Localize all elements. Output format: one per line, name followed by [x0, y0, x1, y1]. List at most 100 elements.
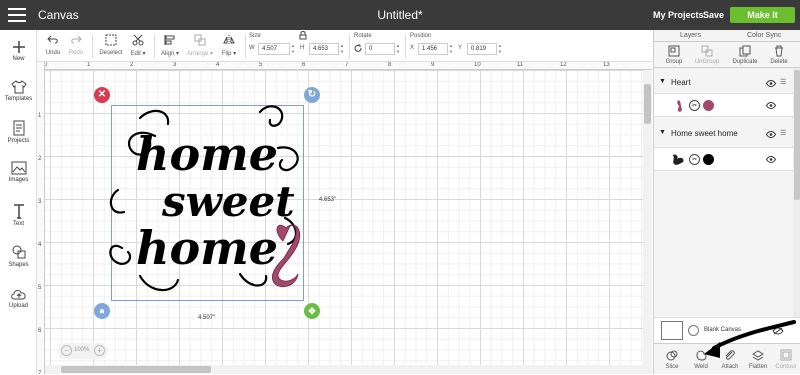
design-line-sweet: sweet: [161, 177, 295, 226]
edit-dropdown[interactable]: Edit ▾: [127, 30, 149, 62]
eye-icon[interactable]: [766, 102, 776, 109]
slice-button[interactable]: Slice: [658, 344, 686, 375]
attach-label: Attach: [721, 364, 739, 370]
shapes-icon: [12, 245, 25, 259]
cut-operation-icon[interactable]: ✂: [689, 100, 700, 111]
horizontal-scrollbar[interactable]: [45, 365, 643, 374]
zoom-in-button[interactable]: +: [94, 345, 105, 356]
ruler-top-number: 3: [173, 62, 177, 68]
scroll-thumb[interactable]: [644, 84, 651, 124]
group-button[interactable]: Group: [659, 42, 689, 68]
sidebar-item-images[interactable]: Images: [0, 161, 37, 183]
sidebar-label: New: [12, 56, 25, 62]
layer-heart[interactable]: ✂: [654, 93, 793, 117]
cut-operation-icon[interactable]: ✂: [689, 154, 700, 165]
undo-label: Undo: [45, 50, 61, 56]
height-stepper[interactable]: ▲ ▼: [339, 43, 345, 55]
x-position-input[interactable]: 1.456: [418, 43, 448, 55]
redo-label: Redo: [68, 50, 84, 56]
layer-actions: Group UnGroup Duplicate Delete: [654, 42, 800, 68]
scale-handle[interactable]: ✥: [304, 303, 320, 319]
delete-handle[interactable]: ✕: [94, 87, 110, 103]
sidebar-item-shapes[interactable]: Shapes: [0, 244, 37, 268]
width-stepper[interactable]: ▲ ▼: [290, 43, 296, 55]
home-sweet-home-design[interactable]: home sweet home: [100, 98, 315, 308]
redo-icon: [71, 35, 82, 44]
eye-icon[interactable]: [766, 131, 776, 138]
weld-label: Weld: [694, 364, 708, 370]
position-label: Position: [410, 33, 432, 39]
ruler-top-number: 11: [517, 62, 524, 68]
eye-icon[interactable]: [766, 80, 776, 87]
rotate-input[interactable]: 0: [365, 43, 395, 55]
group-label: Group: [665, 59, 683, 65]
plus-icon: [12, 41, 25, 53]
scroll-thumb[interactable]: [61, 366, 211, 373]
lock-handle[interactable]: 🔒︎: [94, 303, 110, 319]
collapse-icon[interactable]: ▼: [659, 129, 666, 136]
size-label: Size: [249, 33, 261, 39]
sidebar-item-new[interactable]: New: [0, 40, 37, 62]
canvas-thumbnail: [661, 321, 683, 340]
zoom-out-button[interactable]: −: [61, 345, 72, 356]
align-dropdown[interactable]: Align ▾: [157, 30, 183, 62]
tab-color-sync[interactable]: Color Sync: [747, 32, 781, 39]
arrange-dropdown[interactable]: Arrange ▾: [183, 30, 217, 62]
flip-label: Flip ▾: [221, 51, 237, 57]
text-icon: [13, 204, 24, 219]
layer-color-swatch[interactable]: [703, 100, 714, 111]
rotate-label: Rotate: [354, 33, 372, 39]
divider: [245, 34, 246, 58]
layer-color-swatch[interactable]: [703, 154, 714, 165]
duplicate-label: Duplicate: [732, 59, 758, 65]
ungroup-button[interactable]: UnGroup: [692, 42, 722, 68]
group-name: Home sweet home: [671, 129, 738, 138]
ruler-left-number: 5: [38, 285, 42, 291]
ruler-left-number: 2: [38, 156, 42, 162]
ruler-top-number: 1: [87, 62, 91, 68]
height-input[interactable]: 4.653: [309, 43, 339, 55]
layers-scrollbar[interactable]: [793, 68, 800, 355]
layer-group-home-sweet-home[interactable]: ▼ Home sweet home ☰: [654, 128, 793, 142]
width-dimension: 4.507": [198, 315, 216, 321]
undo-button[interactable]: Undo: [43, 30, 63, 62]
layer-group-heart[interactable]: ▼ Heart ☰: [654, 77, 793, 91]
rotate-stepper[interactable]: ▲ ▼: [395, 43, 401, 55]
image-icon: [11, 161, 26, 175]
delete-button[interactable]: Delete: [764, 42, 794, 68]
arrange-label: Arrange ▾: [186, 51, 214, 57]
make-it-button[interactable]: Make It: [730, 7, 795, 23]
duplicate-button[interactable]: Duplicate: [729, 42, 761, 68]
collapse-icon[interactable]: ▼: [659, 78, 666, 85]
redo-button[interactable]: Redo: [66, 30, 86, 62]
eye-icon[interactable]: [766, 156, 776, 163]
layer-home-sweet-home[interactable]: ✂: [654, 147, 793, 171]
y-stepper[interactable]: ▲ ▼: [497, 43, 503, 55]
drag-handle-icon[interactable]: ☰: [780, 129, 786, 137]
save-button[interactable]: Save: [703, 10, 724, 20]
y-position-input[interactable]: 0.819: [467, 43, 497, 55]
my-projects-link[interactable]: My Projects: [653, 10, 704, 20]
lock-icon[interactable]: [299, 31, 307, 40]
deselect-button[interactable]: Deselect: [97, 30, 125, 62]
sidebar-item-text[interactable]: Text: [0, 203, 37, 227]
sidebar-item-templates[interactable]: Templates: [0, 80, 37, 102]
edit-toolbar: Undo Redo Deselect Edit ▾ Align ▾ Arrang…: [37, 30, 652, 62]
drag-handle-icon[interactable]: ☰: [780, 78, 786, 86]
width-input[interactable]: 4.507: [258, 43, 290, 55]
scroll-thumb[interactable]: [794, 70, 800, 200]
sidebar-item-projects[interactable]: Projects: [0, 120, 37, 144]
ruler-top-number: 9: [431, 62, 435, 68]
vertical-scrollbar[interactable]: [643, 70, 652, 374]
x-stepper[interactable]: ▲ ▼: [448, 43, 454, 55]
edit-text: Edit: [130, 51, 141, 57]
rotate-handle[interactable]: ↻: [304, 87, 320, 103]
sidebar-item-upload[interactable]: Upload: [0, 287, 37, 309]
annotation-arrow: [704, 320, 796, 358]
tab-layers[interactable]: Layers: [680, 32, 701, 39]
flip-dropdown[interactable]: Flip ▾: [217, 30, 241, 62]
rotate-icon: [354, 44, 362, 52]
ungroup-icon: [701, 45, 713, 57]
ruler-left-number: 4: [38, 242, 42, 248]
top-ruler: 0 1 2 3 4 5 6 7 8 9 10 11 12 13: [37, 62, 652, 70]
